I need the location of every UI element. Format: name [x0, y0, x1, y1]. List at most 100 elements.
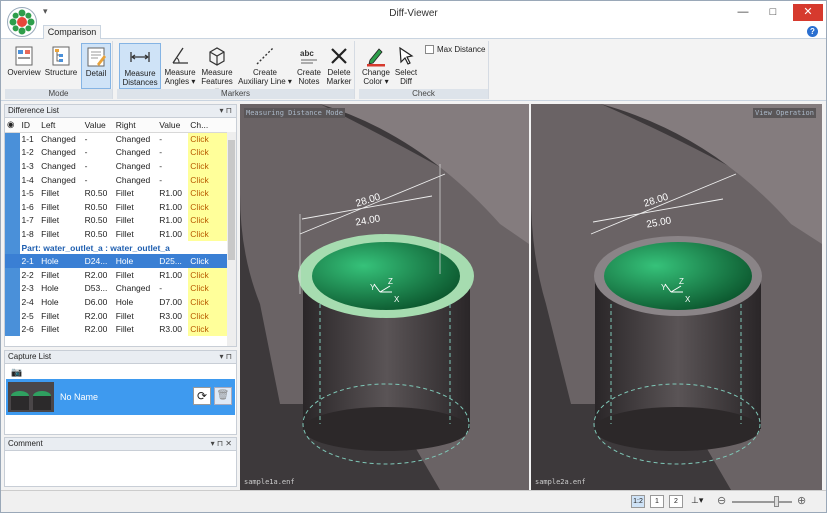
- comment-textarea[interactable]: [5, 451, 236, 485]
- part-group-row[interactable]: Part: water_outlet_a : water_outlet_a: [5, 240, 236, 255]
- col-right-value[interactable]: Value: [157, 118, 189, 133]
- col-check[interactable]: Ch...: [188, 118, 236, 133]
- panel-close-icon[interactable]: ▾ ⊓ ✕: [211, 438, 232, 450]
- axis-z-label: Z: [679, 277, 684, 286]
- cell-right: Hole: [115, 296, 134, 307]
- measure-features-button[interactable]: Measure Features ▾: [199, 43, 235, 95]
- table-row[interactable]: 1-2 Changed - Changed - Click: [5, 145, 236, 160]
- axis-y-label: Y: [370, 283, 376, 292]
- cell-left: Fillet: [41, 310, 60, 321]
- delete-x-icon: [331, 48, 347, 64]
- right-viewport[interactable]: 28.00 25.00 Z Y X View Operation sample2…: [531, 104, 822, 490]
- layout-1-2-button[interactable]: 1:2: [631, 495, 645, 508]
- maximize-button[interactable]: □: [761, 4, 785, 21]
- delete-marker-button[interactable]: Delete Marker: [325, 43, 353, 89]
- axis-view-icon[interactable]: ⊥▾: [691, 495, 703, 506]
- overview-button[interactable]: Overview: [7, 43, 41, 89]
- cell-id: 1-5: [21, 188, 34, 199]
- zoom-in-icon[interactable]: ⊕: [797, 494, 806, 507]
- table-row[interactable]: 2-3 Hole D53... Changed - Click: [5, 281, 236, 296]
- zoom-slider-thumb[interactable]: [774, 496, 779, 507]
- create-auxiliary-line-button[interactable]: Create Auxiliary Line ▾: [237, 43, 293, 89]
- layout-1-button[interactable]: 1: [650, 495, 664, 508]
- angle-icon: [172, 47, 188, 64]
- tab-comparison[interactable]: Comparison: [43, 25, 101, 39]
- col-left[interactable]: Left: [39, 118, 83, 133]
- cursor-arrow-icon: [399, 46, 414, 65]
- create-notes-button[interactable]: abc Create Notes: [295, 43, 323, 89]
- cell-right: Fillet: [115, 228, 134, 239]
- mode-group: Overview Structure Detail Mode: [5, 41, 113, 99]
- measuring-mode-label: Measuring Distance Mode: [244, 108, 345, 118]
- overview-label: Overview: [7, 68, 41, 77]
- camera-icon[interactable]: 📷: [11, 367, 22, 378]
- cell-left-value: -: [84, 174, 88, 185]
- change-color-button[interactable]: Change Color ▾: [361, 43, 391, 89]
- difference-list-header: Difference List ▾ ⊓: [5, 105, 236, 118]
- cell-right: Fillet: [115, 215, 134, 226]
- cell-left-value: D24...: [82, 254, 114, 268]
- measure-distances-button[interactable]: Measure Distances ▾: [119, 43, 161, 96]
- left-viewport[interactable]: 28.00 24.00 Z Y X Measuring Distance Mod…: [240, 104, 529, 490]
- status-bar: 1:2 1 2 ⊥▾ ⊖ ⊕: [1, 490, 826, 512]
- table-row[interactable]: 1-6 Fillet R0.50 Fillet R1.00 Click: [5, 199, 236, 214]
- close-button[interactable]: ✕: [793, 4, 823, 21]
- detail-button[interactable]: Detail: [81, 43, 111, 89]
- zoom-slider[interactable]: [732, 501, 792, 503]
- left-model-render: 28.00 24.00 Z Y X: [240, 104, 529, 490]
- capture-item[interactable]: No Name ⟳ 🗑: [6, 379, 235, 415]
- cell-right-value: R1.00: [159, 269, 182, 280]
- pen-color-icon: [367, 48, 385, 67]
- table-row[interactable]: 1-1 Changed - Changed - Click: [5, 132, 236, 146]
- layout-2-button[interactable]: 2: [669, 495, 683, 508]
- table-row[interactable]: 1-8 Fillet R0.50 Fillet R1.00 Click: [5, 227, 236, 241]
- col-right[interactable]: Right: [113, 118, 158, 133]
- cell-right-value: -: [159, 174, 163, 185]
- panel-pin-icon[interactable]: ▾ ⊓: [220, 105, 232, 117]
- max-distance-checkbox-row[interactable]: Max Distance: [421, 41, 489, 57]
- row-indicator: [5, 254, 20, 268]
- app-logo-icon[interactable]: [7, 7, 37, 37]
- structure-label: Structure: [44, 68, 78, 77]
- col-left-value[interactable]: Value: [82, 118, 114, 133]
- zoom-out-icon[interactable]: ⊖: [717, 494, 726, 507]
- table-row[interactable]: 2-2 Fillet R2.00 Fillet R1.00 Click: [5, 267, 236, 282]
- panel-pin-icon[interactable]: ▾ ⊓: [220, 351, 232, 363]
- view-operation-label: View Operation: [752, 108, 816, 118]
- structure-button[interactable]: Structure: [43, 43, 79, 89]
- create-notes-label-2: Notes: [298, 77, 320, 86]
- row-indicator: [5, 240, 20, 255]
- cell-right-value: R1.00: [159, 188, 182, 199]
- refresh-icon[interactable]: ⟳: [193, 387, 211, 405]
- table-row[interactable]: 1-5 Fillet R0.50 Fillet R1.00 Click: [5, 186, 236, 200]
- max-distance-checkbox[interactable]: [425, 45, 434, 54]
- cell-id: 2-1: [19, 254, 40, 268]
- row-indicator: [5, 322, 20, 336]
- capture-list-title: Capture List: [8, 352, 52, 361]
- table-row[interactable]: 2-5 Fillet R2.00 Fillet R3.00 Click: [5, 308, 236, 323]
- measure-angles-button[interactable]: Measure Angles ▾: [163, 43, 197, 89]
- help-icon[interactable]: ?: [807, 26, 818, 37]
- trash-icon[interactable]: 🗑: [214, 387, 232, 405]
- create-auxiliary-line-label-2: Auxiliary Line ▾: [238, 77, 292, 86]
- table-row[interactable]: 2-4 Hole D6.00 Hole D7.00 Click: [5, 295, 236, 309]
- cell-left-value: D53...: [84, 283, 108, 294]
- cell-left-value: R2.00: [84, 269, 108, 280]
- table-row[interactable]: 2-6 Fillet R2.00 Fillet R3.00 Click: [5, 322, 236, 336]
- col-id[interactable]: ID: [19, 118, 40, 133]
- cell-id: 2-5: [21, 310, 34, 321]
- window-title: Diff-Viewer: [389, 8, 438, 19]
- left-file-name: sample1a.enf: [244, 478, 295, 486]
- eye-icon[interactable]: ◉: [5, 118, 20, 133]
- vertical-scrollbar[interactable]: [227, 132, 236, 346]
- table-row[interactable]: 1-3 Changed - Changed - Click: [5, 159, 236, 173]
- row-indicator: [5, 159, 20, 173]
- table-row[interactable]: 1-4 Changed - Changed - Click: [5, 172, 236, 187]
- select-diff-button[interactable]: Select Diff: [393, 43, 419, 89]
- scrollbar-thumb[interactable]: [228, 140, 235, 260]
- select-diff-label-2: Diff: [400, 77, 412, 86]
- table-row[interactable]: 1-7 Fillet R0.50 Fillet R1.00 Click: [5, 213, 236, 228]
- minimize-button[interactable]: —: [731, 4, 755, 21]
- cell-left: Fillet: [41, 324, 60, 335]
- table-row[interactable]: 2-1 Hole D24... Hole D25... Click: [5, 254, 236, 268]
